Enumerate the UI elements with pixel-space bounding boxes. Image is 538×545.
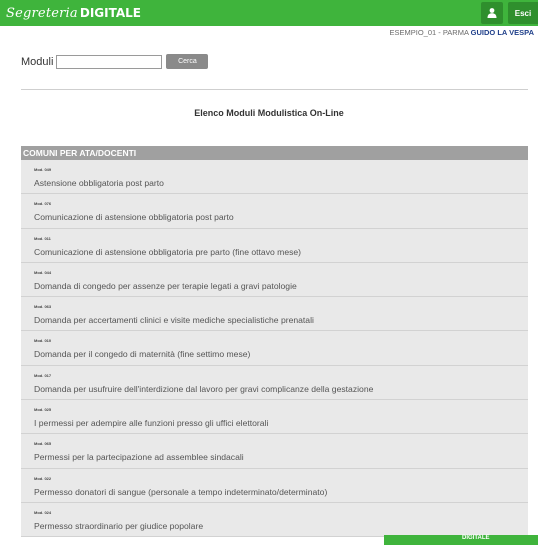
module-code: Mod. 076 [34,201,52,207]
list-item[interactable]: Mod. 010 Domanda per il congedo di mater… [21,331,528,366]
user-profile-button[interactable] [481,2,503,24]
module-code: Mod. 010 [34,338,52,344]
module-title[interactable]: Permesso straordinario per giudice popol… [34,521,203,531]
module-title[interactable]: Astensione obbligatoria post parto [34,178,164,188]
logo-script-text: Segreteria [6,5,78,21]
search-label: Moduli [21,55,54,68]
list-item[interactable]: Mod. 065 Permessi per la partecipazione … [21,434,528,469]
module-code: Mod. 065 [34,441,52,447]
divider [21,89,528,90]
school-name: ESEMPIO_01 - PARMA [389,28,469,37]
module-title[interactable]: Domanda per accertamenti clinici e visit… [34,315,314,325]
top-bar: Segreteria DIGITALE Esci [0,0,538,26]
module-title[interactable]: Domanda per usufruire dell'interdizione … [34,384,373,394]
module-code: Mod. 049 [34,167,52,172]
logout-button[interactable]: Esci [508,2,538,24]
search-input[interactable] [56,54,163,69]
list-item[interactable]: Mod. 011 Comunicazione di astensione obb… [21,228,528,263]
section-header: COMUNI PER ATA/DOCENTI [21,146,528,160]
module-title[interactable]: I permessi per adempire alle funzioni pr… [34,418,268,428]
list-item[interactable]: Mod. 049 Astensione obbligatoria post pa… [21,160,528,195]
list-item[interactable]: Mod. 076 Comunicazione di astensione obb… [21,194,528,229]
list-item[interactable]: Mod. 025 I permessi per adempire alle fu… [21,400,528,435]
logo-bold-text: DIGITALE [79,6,141,20]
module-code: Mod. 025 [34,407,52,413]
list-item[interactable]: Mod. 022 Permesso donatori di sangue (pe… [21,468,528,503]
user-name: GUIDO LA VESPA [470,28,534,37]
module-code: Mod. 044 [34,269,52,275]
user-info: ESEMPIO_01 - PARMA GUIDO LA VESPA [390,28,535,37]
module-code: Mod. 063 [34,304,52,310]
module-title[interactable]: Permessi per la partecipazione ad assemb… [34,452,244,462]
list-item[interactable]: Mod. 024 Permesso straordinario per giud… [21,502,528,538]
module-title[interactable]: Domanda per il congedo di maternità (fin… [34,349,250,359]
module-list: Mod. 049 Astensione obbligatoria post pa… [21,160,528,538]
module-code: Mod. 024 [34,509,52,515]
module-title[interactable]: Permesso donatori di sangue (personale a… [34,487,327,497]
module-code: Mod. 017 [34,372,52,378]
module-title[interactable]: Comunicazione di astensione obbligatoria… [34,247,301,257]
module-title[interactable]: Comunicazione di astensione obbligatoria… [34,212,234,222]
list-item[interactable]: Mod. 063 Domanda per accertamenti clinic… [21,297,528,332]
floating-panel-logo: DIGITALE [462,535,490,541]
app-logo[interactable]: Segreteria DIGITALE [6,3,141,23]
search-button[interactable]: Cerca [166,54,209,69]
floating-panel[interactable]: DIGITALE [384,535,538,545]
list-item[interactable]: Mod. 017 Domanda per usufruire dell'inte… [21,365,528,401]
user-icon [487,8,497,18]
module-code: Mod. 022 [34,475,52,481]
search-row: Moduli Cerca [21,54,209,69]
list-item[interactable]: Mod. 044 Domanda di congedo per assenze … [21,262,528,298]
module-code: Mod. 011 [34,235,51,241]
list-title: Elenco Moduli Modulistica On-Line [194,108,344,118]
module-title[interactable]: Domanda di congedo per assenze per terap… [34,281,297,291]
